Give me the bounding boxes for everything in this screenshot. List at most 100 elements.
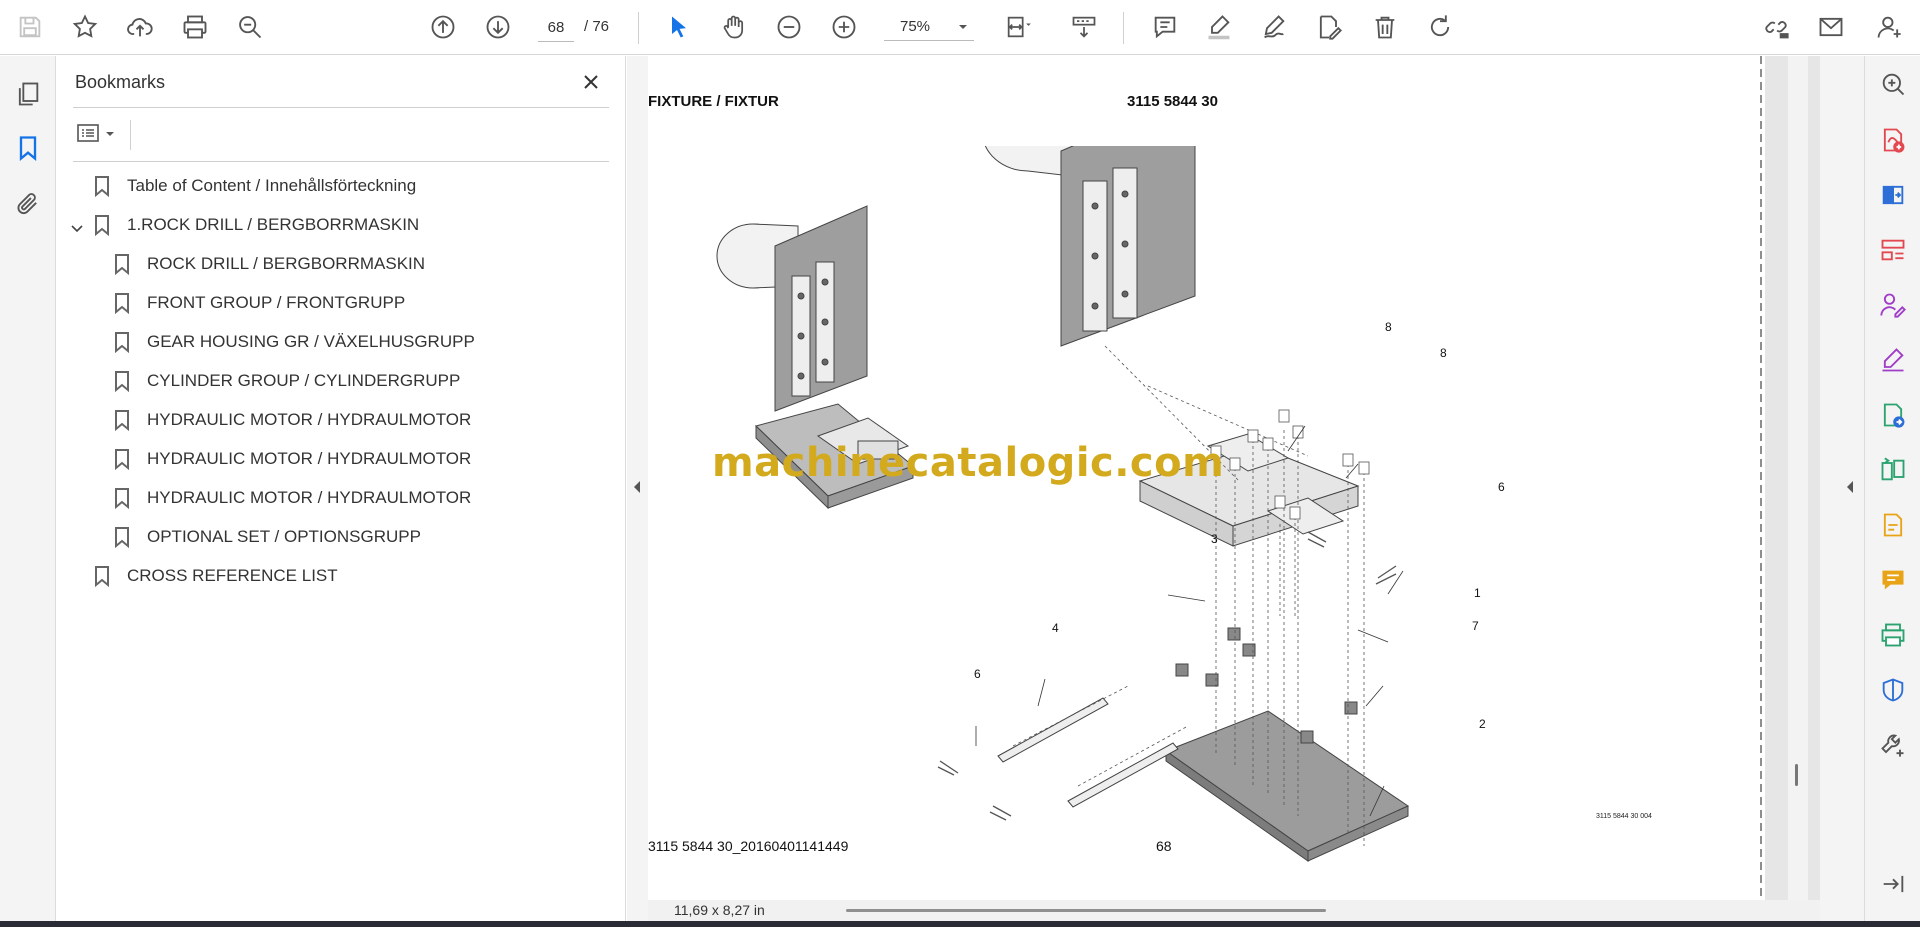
status-bar: 11,69 x 8,27 in bbox=[648, 900, 1820, 921]
bookmark-item[interactable]: 1.ROCK DRILL / BERGBORRMASKIN bbox=[93, 209, 419, 241]
attachment-icon[interactable] bbox=[10, 186, 46, 222]
page-number-input[interactable] bbox=[538, 14, 574, 42]
bookmark-label: Table of Content / Innehållsförteckning bbox=[127, 176, 417, 195]
watermark-text: machinecatalogic.com bbox=[712, 440, 1225, 486]
rotate-icon[interactable] bbox=[1422, 9, 1458, 45]
bookmark-item[interactable]: HYDRAULIC MOTOR / HYDRAULMOTOR bbox=[113, 482, 471, 514]
horizontal-scrollbar[interactable] bbox=[846, 909, 1326, 912]
page-up-icon[interactable] bbox=[425, 9, 461, 45]
request-signature-icon[interactable] bbox=[1875, 287, 1911, 323]
export-pdf-icon[interactable] bbox=[1875, 122, 1911, 158]
email-icon[interactable] bbox=[1813, 9, 1849, 45]
page-footer-file: 3115 5844 30_20160401141449 bbox=[648, 838, 849, 854]
fill-sign-icon[interactable] bbox=[1875, 342, 1911, 378]
drawing-reference: 3115 5844 30 004 bbox=[1596, 813, 1652, 820]
page-size-label: 11,69 x 8,27 in bbox=[674, 902, 765, 918]
fit-page-icon[interactable] bbox=[1000, 9, 1036, 45]
bookmark-label: ROCK DRILL / BERGBORRMASKIN bbox=[147, 254, 426, 273]
comment-tool-icon[interactable] bbox=[1875, 562, 1911, 598]
page-total: / 76 bbox=[584, 18, 610, 35]
bookmark-icon bbox=[115, 371, 129, 392]
bookmark-icon bbox=[115, 527, 129, 548]
delete-icon[interactable] bbox=[1367, 9, 1403, 45]
vertical-scrollbar[interactable] bbox=[1788, 56, 1808, 900]
save-icon[interactable] bbox=[12, 9, 48, 45]
page-down-icon[interactable] bbox=[480, 9, 516, 45]
star-icon[interactable] bbox=[67, 9, 103, 45]
bookmark-icon bbox=[115, 449, 129, 470]
callout-number: 8 bbox=[1385, 320, 1392, 334]
bookmark-label: HYDRAULIC MOTOR / HYDRAULMOTOR bbox=[147, 449, 472, 468]
upload-icon[interactable] bbox=[122, 9, 158, 45]
scrollbar-thumb[interactable] bbox=[1795, 764, 1798, 786]
print-production-icon[interactable] bbox=[1875, 617, 1911, 653]
document-viewport[interactable]: FIXTURE / FIXTUR 3115 5844 30 8 8 6 3 1 … bbox=[648, 56, 1820, 900]
divider bbox=[73, 161, 609, 162]
bookmark-item[interactable]: ROCK DRILL / BERGBORRMASKIN bbox=[113, 248, 425, 280]
zoom-in-icon[interactable] bbox=[826, 9, 862, 45]
callout-number: 4 bbox=[1052, 621, 1059, 635]
callout-number: 7 bbox=[1472, 619, 1479, 633]
create-pdf-icon[interactable] bbox=[1875, 177, 1911, 213]
bookmark-item[interactable]: GEAR HOUSING GR / VÄXELHUSGRUPP bbox=[113, 326, 475, 358]
bookmark-label: HYDRAULIC MOTOR / HYDRAULMOTOR bbox=[147, 410, 472, 429]
collapse-right-icon[interactable] bbox=[1845, 480, 1855, 494]
callout-number: 3 bbox=[1211, 532, 1218, 546]
bookmark-label: FRONT GROUP / FRONTGRUPP bbox=[147, 293, 406, 312]
share-link-icon[interactable] bbox=[1758, 9, 1794, 45]
bookmark-item[interactable]: FRONT GROUP / FRONTGRUPP bbox=[113, 287, 405, 319]
zoom-search-icon[interactable] bbox=[232, 9, 268, 45]
list-options-icon bbox=[77, 124, 99, 142]
bookmark-icon bbox=[115, 488, 129, 509]
convert-icon[interactable] bbox=[1875, 397, 1911, 433]
divider bbox=[130, 120, 131, 150]
bookmark-icon bbox=[115, 293, 129, 314]
collapse-panel-icon[interactable] bbox=[1875, 866, 1911, 902]
more-tools-icon[interactable] bbox=[1875, 727, 1911, 763]
zoom-select[interactable]: 75% bbox=[884, 13, 974, 41]
close-icon[interactable] bbox=[575, 66, 607, 98]
taskbar-edge bbox=[0, 921, 1920, 927]
cursor-icon[interactable] bbox=[661, 9, 697, 45]
bookmark-item[interactable]: CROSS REFERENCE LIST bbox=[93, 560, 338, 592]
comment-icon[interactable] bbox=[1147, 9, 1183, 45]
scan-icon[interactable] bbox=[1875, 507, 1911, 543]
panel-splitter[interactable] bbox=[1820, 56, 1864, 921]
compare-icon[interactable] bbox=[1875, 452, 1911, 488]
collapse-left-icon[interactable] bbox=[632, 480, 642, 494]
divider bbox=[73, 107, 609, 108]
bookmark-item[interactable]: HYDRAULIC MOTOR / HYDRAULMOTOR bbox=[113, 404, 471, 436]
zoom-tool-icon[interactable] bbox=[1875, 66, 1911, 102]
draw-icon[interactable] bbox=[1256, 9, 1292, 45]
highlight-icon[interactable] bbox=[1201, 9, 1237, 45]
page-margin-line bbox=[1760, 56, 1762, 900]
bookmark-item[interactable]: CYLINDER GROUP / CYLINDERGRUPP bbox=[113, 365, 460, 397]
bookmark-item[interactable]: Table of Content / Innehållsförteckning bbox=[93, 170, 416, 202]
callout-number: 2 bbox=[1479, 717, 1486, 731]
hand-icon[interactable] bbox=[716, 9, 752, 45]
organize-pages-icon[interactable] bbox=[1875, 232, 1911, 268]
bookmark-icon[interactable] bbox=[10, 130, 46, 166]
page-header-part-number: 3115 5844 30 bbox=[1127, 93, 1218, 110]
edit-icon[interactable] bbox=[1311, 9, 1347, 45]
bookmark-icon bbox=[95, 176, 109, 197]
page-footer-number: 68 bbox=[1156, 838, 1172, 854]
bookmark-item[interactable]: OPTIONAL SET / OPTIONSGRUPP bbox=[113, 521, 421, 553]
chevron-down-icon bbox=[106, 132, 114, 136]
bookmark-options-button[interactable] bbox=[77, 116, 125, 152]
protect-icon[interactable] bbox=[1875, 672, 1911, 708]
scroll-mode-icon[interactable] bbox=[1066, 9, 1102, 45]
bookmark-label: HYDRAULIC MOTOR / HYDRAULMOTOR bbox=[147, 488, 472, 507]
panel-splitter[interactable] bbox=[627, 56, 648, 921]
account-icon[interactable] bbox=[1871, 9, 1907, 45]
pdf-page: FIXTURE / FIXTUR 3115 5844 30 8 8 6 3 1 … bbox=[648, 56, 1765, 900]
chevron-down-icon[interactable] bbox=[69, 221, 85, 237]
parts-exploded-drawing bbox=[716, 146, 1410, 862]
zoom-out-icon[interactable] bbox=[771, 9, 807, 45]
right-tools-rail bbox=[1864, 56, 1920, 921]
pages-icon[interactable] bbox=[10, 76, 46, 112]
print-icon[interactable] bbox=[177, 9, 213, 45]
chevron-down-icon bbox=[959, 24, 967, 29]
bookmark-label: GEAR HOUSING GR / VÄXELHUSGRUPP bbox=[147, 332, 475, 351]
bookmark-item[interactable]: HYDRAULIC MOTOR / HYDRAULMOTOR bbox=[113, 443, 471, 475]
